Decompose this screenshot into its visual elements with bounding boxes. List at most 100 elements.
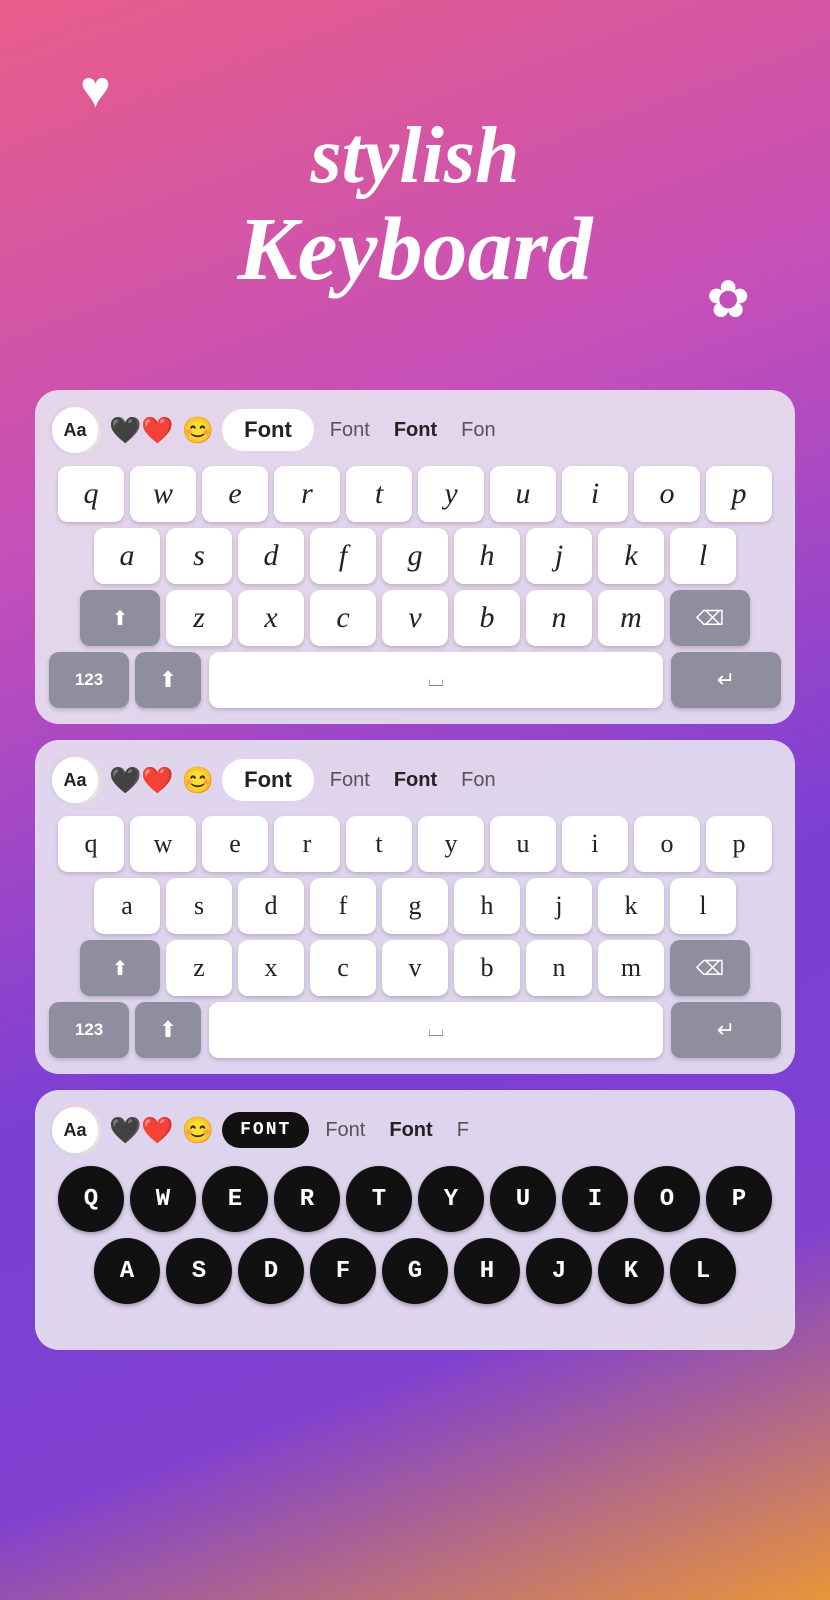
- key-d-2[interactable]: d: [238, 878, 304, 934]
- key-R-3[interactable]: R: [274, 1166, 340, 1232]
- shift-key-1[interactable]: ⬆: [80, 590, 160, 646]
- font-truncated-3[interactable]: F: [449, 1119, 477, 1142]
- key-L-3[interactable]: L: [670, 1238, 736, 1304]
- key-J-3[interactable]: J: [526, 1238, 592, 1304]
- key-b-1[interactable]: b: [454, 590, 520, 646]
- emoji-icon-2[interactable]: 😊: [182, 765, 214, 796]
- key-l-2[interactable]: l: [670, 878, 736, 934]
- key-f-1[interactable]: f: [310, 528, 376, 584]
- key-k-2[interactable]: k: [598, 878, 664, 934]
- key-m-1[interactable]: m: [598, 590, 664, 646]
- key-o-2[interactable]: o: [634, 816, 700, 872]
- key-q-1[interactable]: q: [58, 466, 124, 522]
- space-key-2[interactable]: ⌴: [209, 1002, 663, 1058]
- font-selected-2[interactable]: Font: [222, 759, 314, 801]
- key-u-2[interactable]: u: [490, 816, 556, 872]
- return-key-2[interactable]: ↵: [671, 1002, 781, 1058]
- key-K-3[interactable]: K: [598, 1238, 664, 1304]
- key-c-2[interactable]: c: [310, 940, 376, 996]
- aa-button-2[interactable]: Aa: [49, 754, 101, 806]
- num-key-1[interactable]: 123: [49, 652, 129, 708]
- key-t-1[interactable]: t: [346, 466, 412, 522]
- key-j-1[interactable]: j: [526, 528, 592, 584]
- key-x-1[interactable]: x: [238, 590, 304, 646]
- shift-key-2[interactable]: ⬆: [80, 940, 160, 996]
- key-W-3[interactable]: W: [130, 1166, 196, 1232]
- key-S-3[interactable]: S: [166, 1238, 232, 1304]
- key-z-2[interactable]: z: [166, 940, 232, 996]
- key-g-2[interactable]: g: [382, 878, 448, 934]
- key-c-1[interactable]: c: [310, 590, 376, 646]
- key-P-3[interactable]: P: [706, 1166, 772, 1232]
- key-e-2[interactable]: e: [202, 816, 268, 872]
- share-key-1[interactable]: ⬆: [135, 652, 201, 708]
- aa-button-3[interactable]: Aa: [49, 1104, 101, 1156]
- hearts-icon-3[interactable]: 🖤❤️: [109, 1115, 174, 1146]
- key-p-1[interactable]: p: [706, 466, 772, 522]
- num-key-2[interactable]: 123: [49, 1002, 129, 1058]
- key-s-2[interactable]: s: [166, 878, 232, 934]
- key-b-2[interactable]: b: [454, 940, 520, 996]
- space-key-1[interactable]: ⌴: [209, 652, 663, 708]
- key-z-1[interactable]: z: [166, 590, 232, 646]
- font-selected-3[interactable]: FONT: [222, 1112, 309, 1148]
- key-n-2[interactable]: n: [526, 940, 592, 996]
- key-n-1[interactable]: n: [526, 590, 592, 646]
- key-r-2[interactable]: r: [274, 816, 340, 872]
- key-s-1[interactable]: s: [166, 528, 232, 584]
- key-Y-3[interactable]: Y: [418, 1166, 484, 1232]
- key-y-1[interactable]: y: [418, 466, 484, 522]
- key-O-3[interactable]: O: [634, 1166, 700, 1232]
- hearts-icon-2[interactable]: 🖤❤️: [109, 765, 174, 796]
- key-u-1[interactable]: u: [490, 466, 556, 522]
- key-o-1[interactable]: o: [634, 466, 700, 522]
- key-t-2[interactable]: t: [346, 816, 412, 872]
- font-normal-2[interactable]: Font: [322, 769, 378, 792]
- key-E-3[interactable]: E: [202, 1166, 268, 1232]
- backspace-key-1[interactable]: ⌫: [670, 590, 750, 646]
- font-normal-1[interactable]: Font: [322, 419, 378, 442]
- key-D-3[interactable]: D: [238, 1238, 304, 1304]
- key-T-3[interactable]: T: [346, 1166, 412, 1232]
- key-i-1[interactable]: i: [562, 466, 628, 522]
- font-truncated-1[interactable]: Fon: [453, 419, 503, 442]
- key-x-2[interactable]: x: [238, 940, 304, 996]
- font-selected-1[interactable]: Font: [222, 409, 314, 451]
- key-U-3[interactable]: U: [490, 1166, 556, 1232]
- key-w-2[interactable]: w: [130, 816, 196, 872]
- key-g-1[interactable]: g: [382, 528, 448, 584]
- key-k-1[interactable]: k: [598, 528, 664, 584]
- share-key-2[interactable]: ⬆: [135, 1002, 201, 1058]
- key-h-1[interactable]: h: [454, 528, 520, 584]
- key-r-1[interactable]: r: [274, 466, 340, 522]
- key-w-1[interactable]: w: [130, 466, 196, 522]
- key-q-2[interactable]: q: [58, 816, 124, 872]
- key-d-1[interactable]: d: [238, 528, 304, 584]
- return-key-1[interactable]: ↵: [671, 652, 781, 708]
- key-v-1[interactable]: v: [382, 590, 448, 646]
- emoji-icon-1[interactable]: 😊: [182, 415, 214, 446]
- emoji-icon-3[interactable]: 😊: [182, 1115, 214, 1146]
- key-e-1[interactable]: e: [202, 466, 268, 522]
- key-G-3[interactable]: G: [382, 1238, 448, 1304]
- key-I-3[interactable]: I: [562, 1166, 628, 1232]
- font-bold-3[interactable]: Font: [381, 1119, 440, 1142]
- key-h-2[interactable]: h: [454, 878, 520, 934]
- font-truncated-2[interactable]: Fon: [453, 769, 503, 792]
- font-normal-3[interactable]: Font: [317, 1119, 373, 1142]
- backspace-key-2[interactable]: ⌫: [670, 940, 750, 996]
- key-f-2[interactable]: f: [310, 878, 376, 934]
- key-F-3[interactable]: F: [310, 1238, 376, 1304]
- aa-button-1[interactable]: Aa: [49, 404, 101, 456]
- key-A-3[interactable]: A: [94, 1238, 160, 1304]
- key-i-2[interactable]: i: [562, 816, 628, 872]
- hearts-icon-1[interactable]: 🖤❤️: [109, 415, 174, 446]
- key-a-1[interactable]: a: [94, 528, 160, 584]
- key-j-2[interactable]: j: [526, 878, 592, 934]
- key-l-1[interactable]: l: [670, 528, 736, 584]
- key-v-2[interactable]: v: [382, 940, 448, 996]
- font-bold-2[interactable]: Font: [386, 769, 445, 792]
- key-p-2[interactable]: p: [706, 816, 772, 872]
- key-m-2[interactable]: m: [598, 940, 664, 996]
- key-H-3[interactable]: H: [454, 1238, 520, 1304]
